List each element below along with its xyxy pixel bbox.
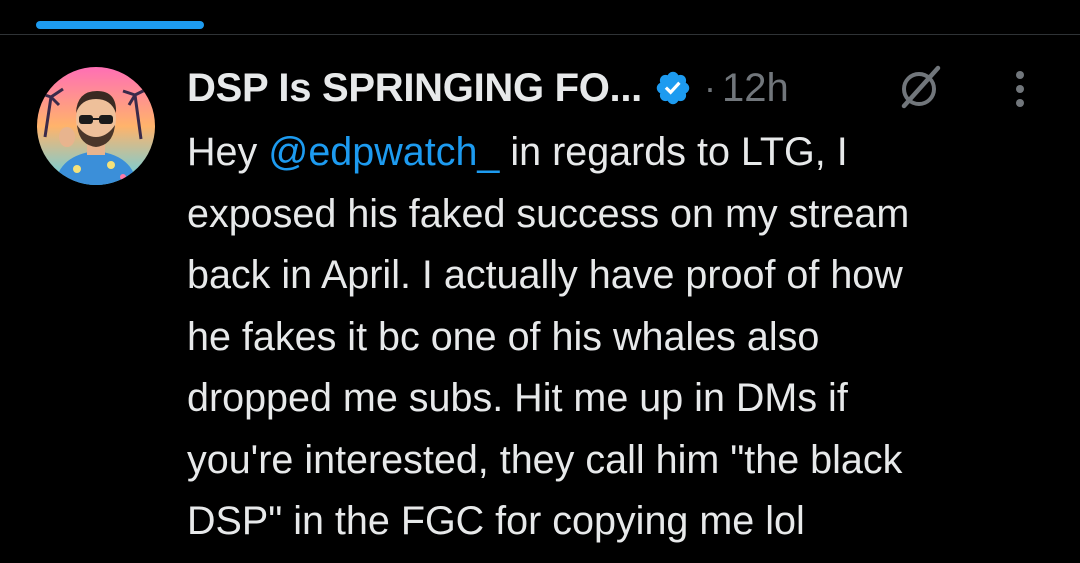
- tweet-text-segment: Hey: [187, 130, 269, 174]
- vertical-dots-icon[interactable]: [1004, 66, 1036, 112]
- tweet-text-line: he fakes it bc one of his whales also: [187, 314, 820, 359]
- active-tab-indicator: [36, 21, 204, 29]
- grok-slash-circle-icon[interactable]: [896, 62, 946, 112]
- separator-dot: ·: [703, 67, 716, 108]
- tweet-text-line: exposed his faked success on my stream: [187, 191, 910, 236]
- tweet-text: Hey @edpwatch_ in regards to LTG, I expo…: [187, 122, 1067, 553]
- avatar[interactable]: [37, 67, 155, 185]
- top-divider: [0, 34, 1080, 35]
- tweet-header: DSP Is SPRINGING FO... · 12h: [187, 60, 789, 116]
- tweet-text-line: you're interested, they call him "the bl…: [187, 437, 903, 482]
- timestamp[interactable]: 12h: [722, 66, 789, 111]
- tweet-text-segment: in regards to LTG, I: [499, 130, 848, 174]
- tweet-text-line: DSP" in the FGC for copying me lol: [187, 499, 805, 543]
- tweet-text-line: dropped me subs. Hit me up in DMs if: [187, 376, 848, 420]
- tweet-text-line: back in April. I actually have proof of …: [187, 253, 903, 297]
- verified-badge-icon: [654, 69, 692, 107]
- mention-link[interactable]: @edpwatch_: [268, 130, 499, 174]
- avatar-image: [37, 67, 155, 185]
- author-name[interactable]: DSP Is SPRINGING FO...: [187, 66, 642, 111]
- tweet-text-line: Hey @edpwatch_ in regards to LTG, I: [187, 122, 1067, 184]
